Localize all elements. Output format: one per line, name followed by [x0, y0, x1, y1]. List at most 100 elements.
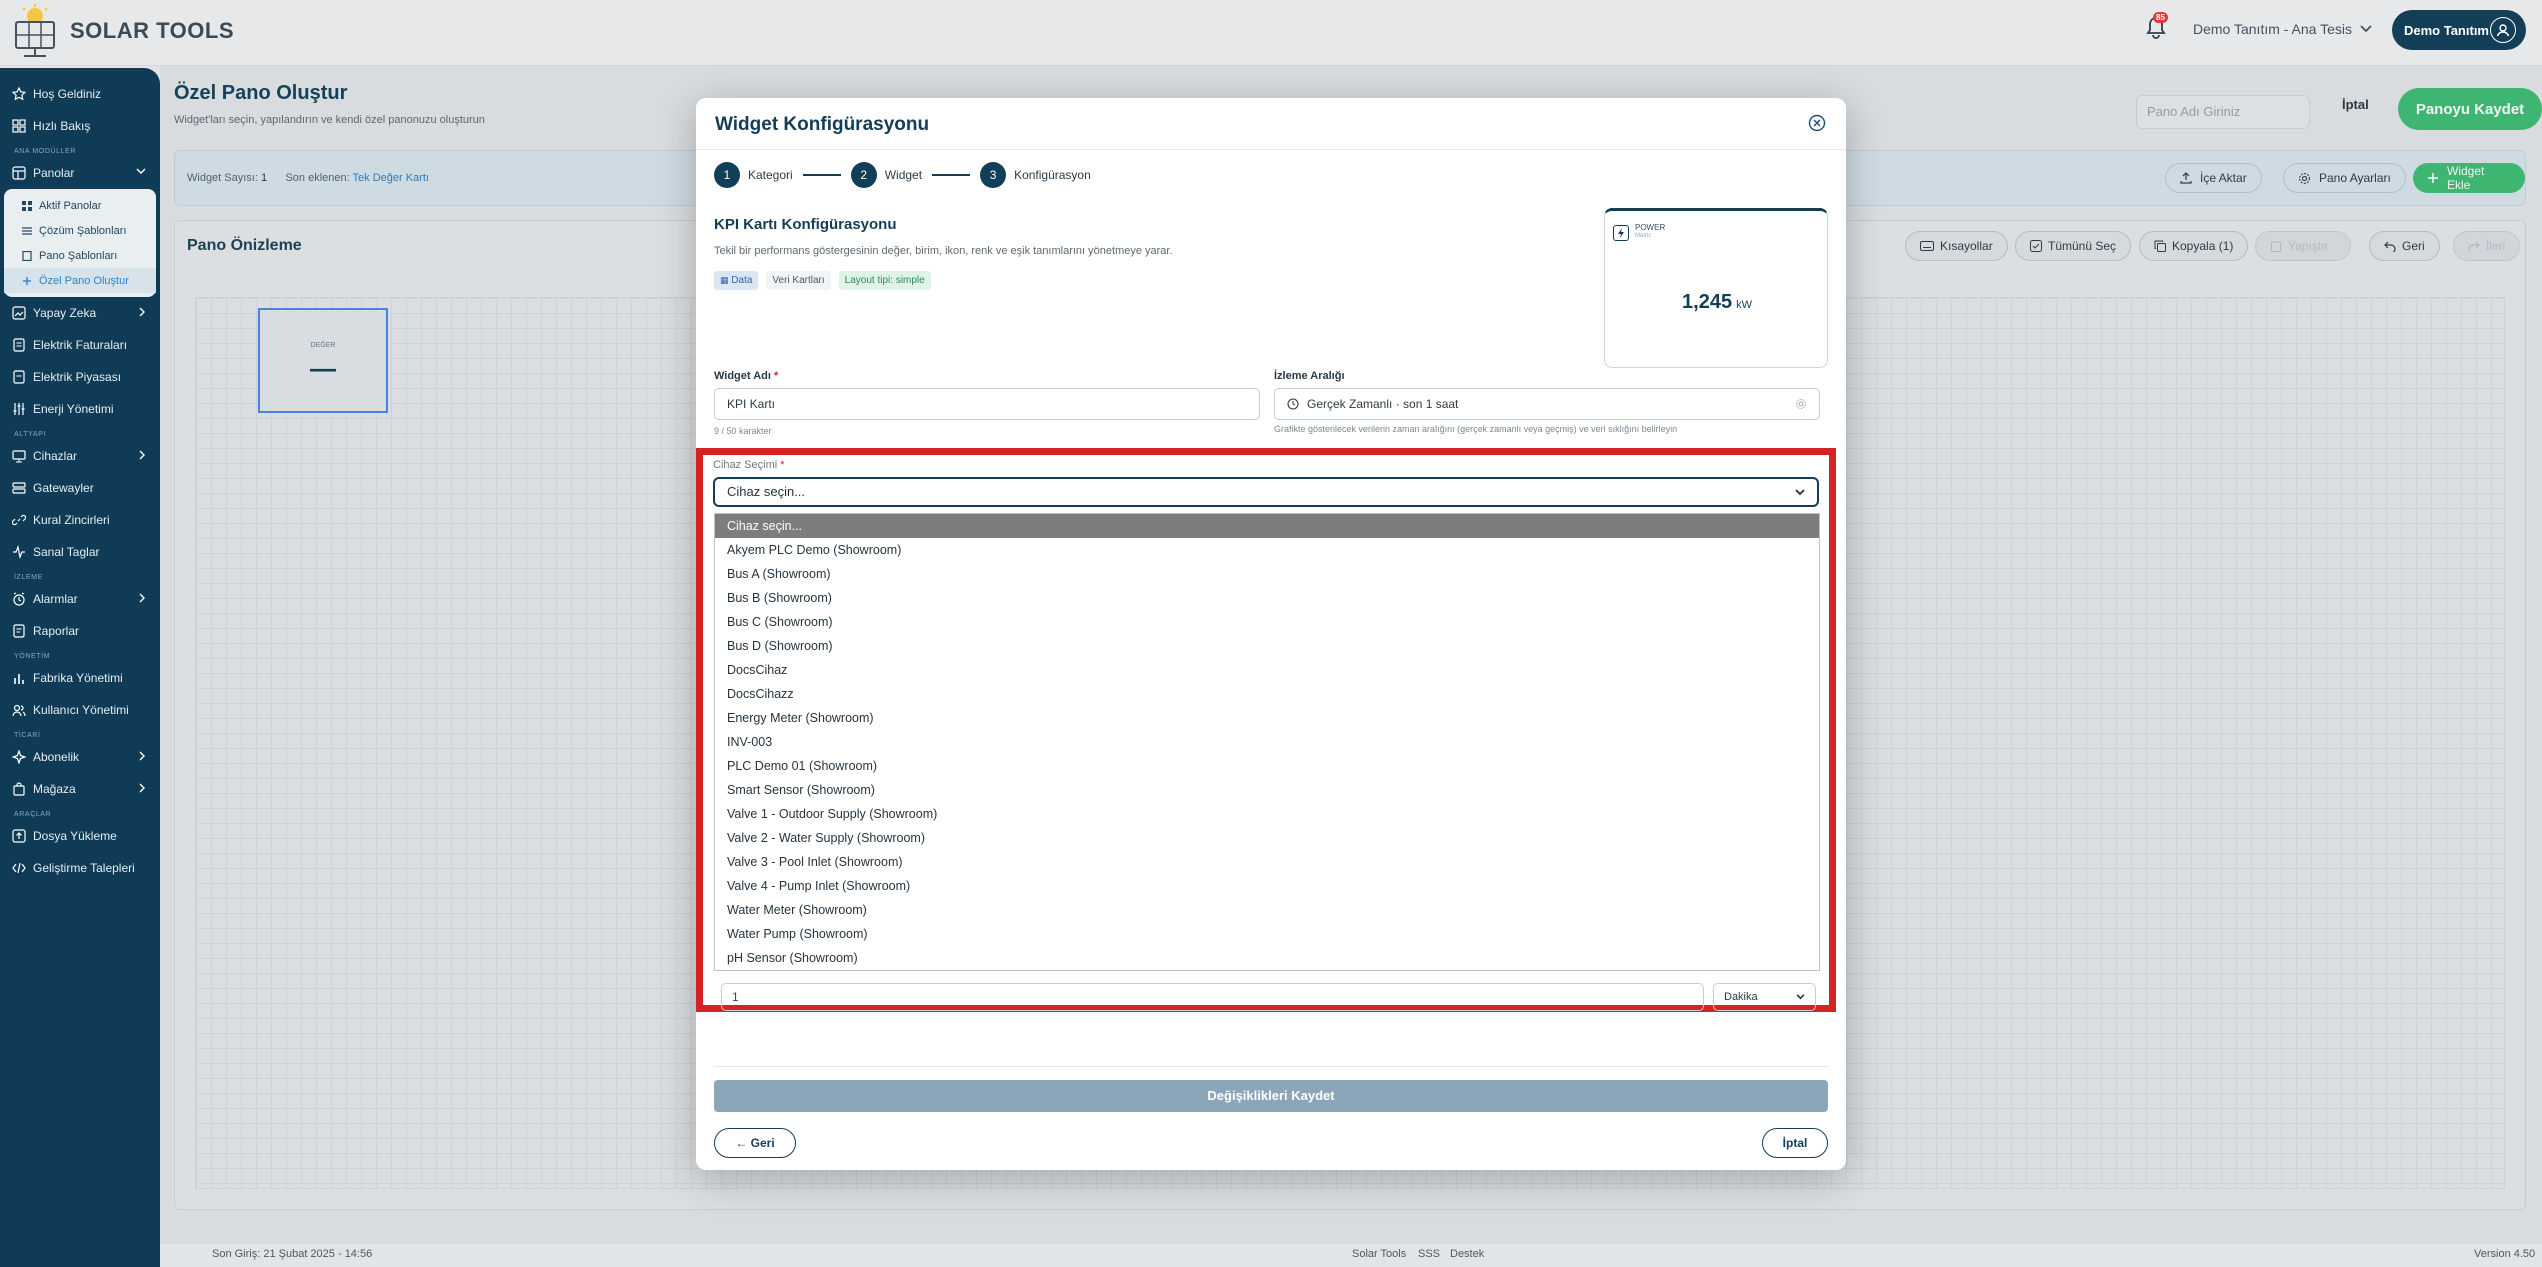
- tag-layout: Layout tipi: simple: [838, 271, 931, 290]
- device-option[interactable]: Bus D (Showroom): [715, 634, 1819, 658]
- monitoring-range-field[interactable]: Gerçek Zamanlı · son 1 saat: [1274, 388, 1820, 420]
- save-changes-button[interactable]: Değişiklikleri Kaydet: [714, 1080, 1828, 1112]
- user-menu-button[interactable]: Demo Tanıtım: [2392, 10, 2526, 50]
- sliders-icon: [13, 403, 25, 415]
- kpi-preview-value-row: 1,245 kW: [1605, 291, 1829, 314]
- tenant-selector[interactable]: Demo Tanıtım - Ana Tesis: [2193, 21, 2372, 37]
- sidebar-item-virtual-tags[interactable]: Sanal Taglar: [0, 536, 160, 568]
- grid-icon: [22, 200, 32, 211]
- kpi-preview-card: POWER Metric 1,245 kW: [1604, 208, 1828, 368]
- device-option[interactable]: Valve 4 - Pump Inlet (Showroom): [715, 874, 1819, 898]
- sidebar-item-subscription[interactable]: Abonelik: [0, 741, 160, 773]
- device-option[interactable]: Smart Sensor (Showroom): [715, 778, 1819, 802]
- chevron-down-icon: [1795, 488, 1805, 495]
- sidebar-item-rules[interactable]: Kural Zincirleri: [0, 504, 160, 536]
- sidebar-item-alarms[interactable]: Alarmlar: [0, 583, 160, 615]
- ai-image-icon: [12, 306, 26, 320]
- device-select[interactable]: Cihaz seçin...: [713, 477, 1819, 507]
- interval-unit-value: Dakika: [1724, 991, 1758, 1003]
- code-icon: [12, 862, 26, 874]
- device-option[interactable]: DocsCihazz: [715, 682, 1819, 706]
- back-button[interactable]: ← Geri: [714, 1128, 796, 1158]
- interval-value-input[interactable]: 1: [721, 983, 1704, 1011]
- divider: [714, 1066, 1828, 1067]
- avatar: [2490, 17, 2516, 43]
- device-option[interactable]: Water Pump (Showroom): [715, 922, 1819, 946]
- sidebar-item-panolar[interactable]: Panolar: [0, 157, 160, 189]
- sidebar-item-solution-templates[interactable]: Çözüm Şablonları: [4, 218, 156, 243]
- sidebar-item-market[interactable]: Elektrik Piyasası: [0, 361, 160, 393]
- sidebar: Hoş Geldiniz Hızlı Bakış ANA MODÜLLER Pa…: [0, 68, 160, 1267]
- monitoring-range-value: Gerçek Zamanlı · son 1 saat: [1307, 397, 1459, 411]
- device-option[interactable]: PLC Demo 01 (Showroom): [715, 754, 1819, 778]
- device-option[interactable]: Water Meter (Showroom): [715, 898, 1819, 922]
- sidebar-item-dashboard-templates[interactable]: Pano Şablonları: [4, 243, 156, 268]
- interval-unit-select[interactable]: Dakika: [1713, 983, 1816, 1011]
- sidebar-label: Gatewayler: [33, 481, 94, 495]
- link-icon: [12, 514, 26, 526]
- sidebar-item-upload[interactable]: Dosya Yükleme: [0, 820, 160, 852]
- chevron-right-icon: [139, 307, 145, 317]
- sidebar-item-dev-requests[interactable]: Geliştirme Talepleri: [0, 852, 160, 884]
- sidebar-label: Raporlar: [33, 624, 80, 638]
- step-label-widget[interactable]: Widget: [885, 168, 922, 182]
- server-icon: [12, 482, 26, 494]
- modal-cancel-button[interactable]: İptal: [1762, 1128, 1828, 1158]
- gear-icon[interactable]: [1795, 398, 1807, 410]
- sidebar-section-label: ALTYAPI: [14, 431, 46, 438]
- device-option[interactable]: Valve 1 - Outdoor Supply (Showroom): [715, 802, 1819, 826]
- sidebar-item-store[interactable]: Mağaza: [0, 773, 160, 805]
- alarm-clock-icon: [13, 592, 25, 606]
- device-option[interactable]: pH Sensor (Showroom): [715, 946, 1819, 970]
- sidebar-item-users[interactable]: Kullanıcı Yönetimi: [0, 694, 160, 726]
- device-option[interactable]: Bus A (Showroom): [715, 562, 1819, 586]
- shopping-bag-icon: [13, 782, 25, 796]
- kpi-preview-sublabel: Metric: [1635, 233, 1652, 239]
- widget-name-input[interactable]: KPI Kartı: [714, 388, 1260, 420]
- device-option[interactable]: DocsCihaz: [715, 658, 1819, 682]
- logo[interactable]: SOLAR TOOLS: [12, 4, 234, 58]
- top-bar: SOLAR TOOLS 85 Demo Tanıtım - Ana Tesis …: [0, 0, 2542, 66]
- sidebar-item-energy[interactable]: Enerji Yönetimi: [0, 393, 160, 425]
- device-option[interactable]: Bus C (Showroom): [715, 610, 1819, 634]
- brand-name: SOLAR TOOLS: [70, 18, 234, 43]
- sidebar-label: Aktif Panolar: [39, 199, 102, 212]
- sidebar-item-welcome[interactable]: Hoş Geldiniz: [0, 78, 160, 110]
- device-option[interactable]: Valve 3 - Pool Inlet (Showroom): [715, 850, 1819, 874]
- chevron-right-icon: [139, 450, 145, 460]
- device-select-value: Cihaz seçin...: [727, 484, 806, 499]
- sidebar-label: Sanal Taglar: [33, 545, 100, 559]
- faq-link[interactable]: SSS: [1418, 1248, 1440, 1260]
- sidebar-item-active-dashboards[interactable]: Aktif Panolar: [4, 193, 156, 218]
- sidebar-item-create-custom-dashboard[interactable]: Özel Pano Oluştur: [4, 268, 156, 293]
- device-option[interactable]: Cihaz seçin...: [715, 514, 1819, 538]
- config-title: KPI Kartı Konfigürasyonu: [714, 216, 897, 233]
- step-label-configuration[interactable]: Konfigürasyon: [1014, 168, 1091, 182]
- device-option[interactable]: Bus B (Showroom): [715, 586, 1819, 610]
- sidebar-item-quick-view[interactable]: Hızlı Bakış: [0, 110, 160, 142]
- user-name: Demo Tanıtım: [2404, 22, 2489, 38]
- clock-icon: [1287, 398, 1299, 410]
- chevron-right-icon: [139, 783, 145, 793]
- sidebar-label: Elektrik Faturaları: [33, 338, 128, 352]
- sidebar-item-gateways[interactable]: Gatewayler: [0, 472, 160, 504]
- sidebar-section-label: TİCARİ: [14, 732, 41, 739]
- sidebar-item-devices[interactable]: Cihazlar: [0, 440, 160, 472]
- device-option[interactable]: Valve 2 - Water Supply (Showroom): [715, 826, 1819, 850]
- device-option[interactable]: INV-003: [715, 730, 1819, 754]
- close-icon[interactable]: [1808, 114, 1826, 132]
- document-icon: [22, 250, 32, 261]
- receipt-icon: [13, 370, 25, 384]
- sidebar-item-ai[interactable]: Yapay Zeka: [0, 297, 160, 329]
- step-label-category[interactable]: Kategori: [748, 168, 793, 182]
- device-option[interactable]: Akyem PLC Demo (Showroom): [715, 538, 1819, 562]
- device-option[interactable]: Energy Meter (Showroom): [715, 706, 1819, 730]
- widget-name-label-text: Widget Adı: [714, 370, 771, 382]
- sidebar-item-factory[interactable]: Fabrika Yönetimi: [0, 662, 160, 694]
- tag-category: Veri Kartları: [766, 271, 831, 290]
- sidebar-item-bills[interactable]: Elektrik Faturaları: [0, 329, 160, 361]
- support-link[interactable]: Destek: [1450, 1248, 1484, 1260]
- monitoring-range-label: İzleme Aralığı: [1274, 370, 1345, 382]
- step-connector: [932, 174, 971, 176]
- sidebar-item-reports[interactable]: Raporlar: [0, 615, 160, 647]
